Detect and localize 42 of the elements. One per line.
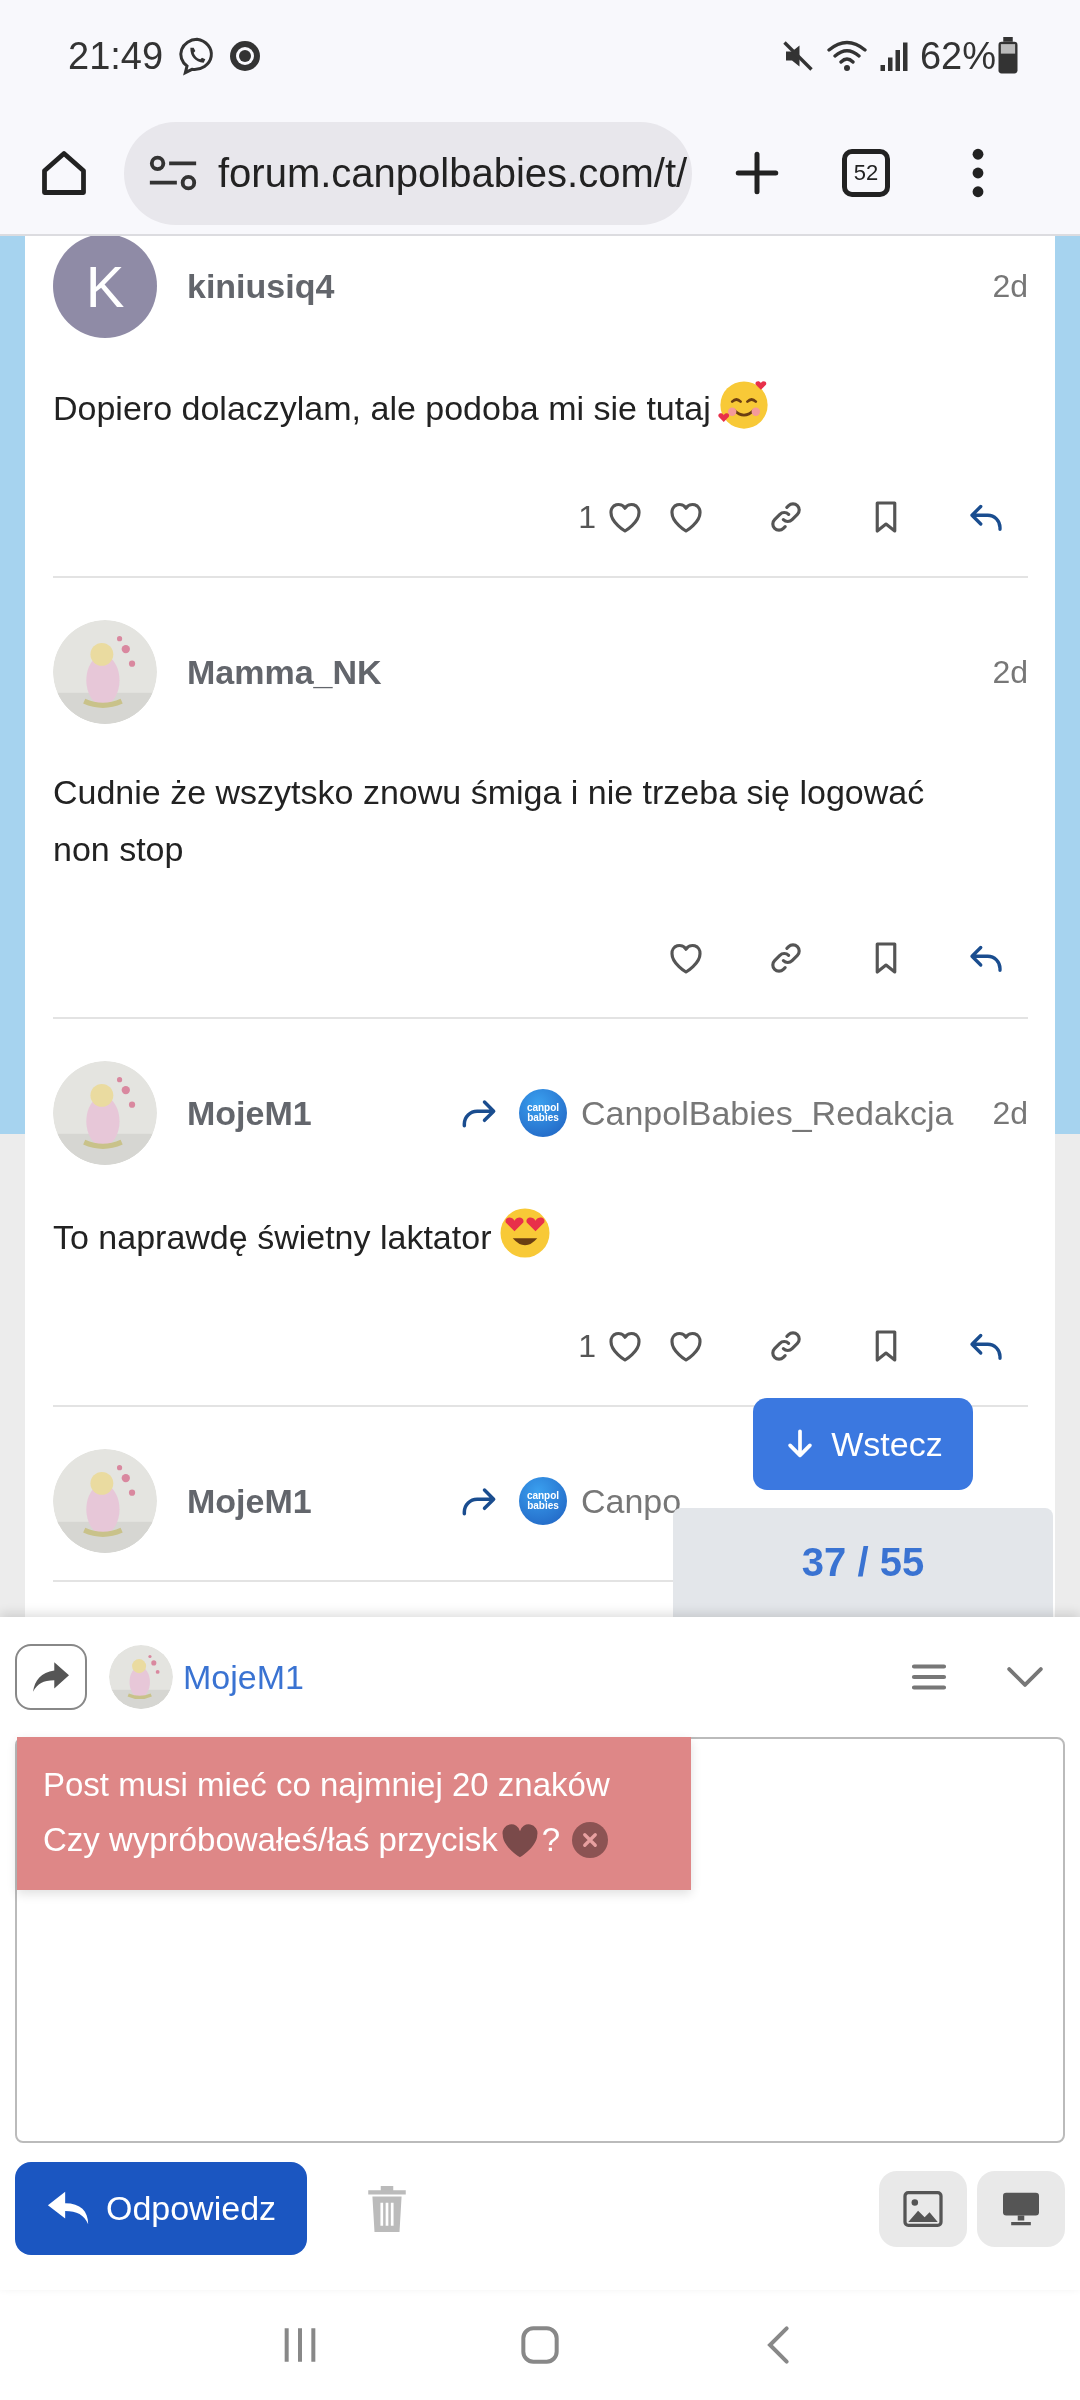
post-text: Cudnie że wszytsko znowu śmiga i nie trzeba się logować non stop [53,773,925,868]
image-icon [903,2190,943,2227]
wifi-icon [825,38,868,74]
reply-type-button[interactable] [15,1644,87,1710]
menu-icon [970,148,986,198]
post-date[interactable]: 2d [992,267,1028,305]
back-button[interactable]: Wstecz [753,1398,973,1490]
logo: canpol babies [519,1477,567,1525]
address-bar[interactable]: forum.canpolbabies.com/t/ [124,121,692,225]
post-text: To naprawdę świetny laktator [53,1218,492,1256]
url-text: forum.canpolbabies.com/t/ [218,150,688,196]
post-date[interactable]: 2d [992,1094,1028,1132]
post-date[interactable]: 2d [992,653,1028,691]
error-message: Post musi mieć co najmniej 20 znaków [43,1765,611,1805]
logo: canpol babies [519,1089,567,1137]
chevron-down-icon [1006,1665,1044,1689]
username[interactable]: Mamma_NK [187,652,457,692]
username[interactable]: MojeM1 [187,1481,457,1521]
clock: 21:49 [68,34,164,78]
monitor-icon [1001,2190,1041,2227]
username[interactable]: MojeM1 [187,1093,457,1133]
menu-icon [911,1662,947,1692]
battery-icon [996,37,1020,75]
reply-to-username[interactable]: CanpolBabies_Redakcja [581,1093,954,1133]
reply-to-username[interactable]: MojeM1 [183,1657,304,1697]
error-hint: Czy wypróbowałeś/łaś przycisk [43,1820,498,1860]
tab-count-button[interactable]: 52 [842,149,890,197]
smiling-face-icon [716,378,771,432]
reactions-button[interactable]: 1 [578,1316,646,1376]
home-icon [520,2325,560,2365]
reply-submit-button[interactable]: Odpowiedz [15,2162,307,2255]
avatar: K [53,236,157,338]
preview-button[interactable] [977,2170,1065,2247]
reactions-button[interactable]: 1 [578,487,646,547]
upload-image-button[interactable] [879,2170,967,2247]
post-text: Dopiero dolaczylam, ale podoba mi sie tutaj [53,389,711,427]
username[interactable]: kiniusiq4 [187,266,457,306]
question-mark: ? [541,1820,561,1860]
battery-level: 62% [919,34,996,78]
menu-button[interactable] [970,148,986,198]
close-icon[interactable] [572,1821,609,1858]
trash-icon [365,2183,409,2234]
